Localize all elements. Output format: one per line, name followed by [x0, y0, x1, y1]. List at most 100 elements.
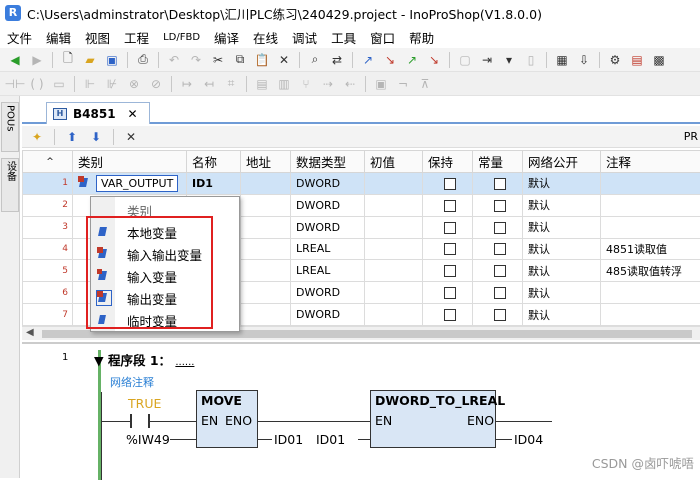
retain-checkbox[interactable]: [444, 265, 456, 277]
initial-cell[interactable]: [365, 194, 423, 216]
print-icon[interactable]: ⎙: [134, 51, 152, 69]
address-cell[interactable]: [241, 173, 291, 195]
datatype-cell[interactable]: DWORD: [291, 194, 365, 216]
comment-cell[interactable]: [601, 304, 700, 326]
scan-icon[interactable]: ▩: [650, 51, 668, 69]
close-tab-icon[interactable]: ✕: [128, 107, 138, 121]
output-icon[interactable]: ⇠: [341, 75, 359, 93]
menu-window[interactable]: 窗口: [363, 28, 402, 47]
menu-edit[interactable]: 编辑: [39, 28, 78, 47]
menu-project[interactable]: 工程: [117, 28, 156, 47]
open-folder-icon[interactable]: ▰: [81, 51, 99, 69]
edge-icon[interactable]: ⊼: [416, 75, 434, 93]
address-cell[interactable]: [241, 238, 291, 260]
public-cell[interactable]: 默认: [523, 238, 601, 260]
branch-icon[interactable]: ⑂: [297, 75, 315, 93]
address-cell[interactable]: [241, 194, 291, 216]
input-variable[interactable]: %IW49: [126, 432, 170, 447]
constant-checkbox[interactable]: [494, 309, 506, 321]
datatype-cell[interactable]: LREAL: [291, 260, 365, 282]
reset-coil-icon[interactable]: ⊘: [147, 75, 165, 93]
coil-icon[interactable]: ( ): [28, 75, 46, 93]
dropdown-arrow-icon[interactable]: ▾: [500, 51, 518, 69]
public-cell[interactable]: 默认: [523, 173, 601, 195]
forward-icon[interactable]: ▶: [28, 51, 46, 69]
constant-checkbox[interactable]: [494, 222, 506, 234]
address-cell[interactable]: [241, 216, 291, 238]
copy-icon[interactable]: ⧉: [231, 51, 249, 69]
stop-icon[interactable]: ↘: [425, 51, 443, 69]
network-title[interactable]: ▼ 程序段 1： ......: [94, 350, 194, 369]
input-icon[interactable]: ⇢: [319, 75, 337, 93]
category-cell[interactable]: VAR_OUTPUT: [73, 173, 187, 195]
retain-checkbox[interactable]: [444, 222, 456, 234]
undo-icon[interactable]: ↶: [165, 51, 183, 69]
constant-checkbox[interactable]: [494, 200, 506, 212]
comment-cell[interactable]: [601, 216, 700, 238]
address-cell[interactable]: [241, 304, 291, 326]
constant-checkbox[interactable]: [494, 265, 506, 277]
category-select[interactable]: VAR_OUTPUT: [96, 175, 178, 192]
retain-checkbox[interactable]: [444, 243, 456, 255]
find-icon[interactable]: ⌕: [306, 51, 324, 69]
login-icon[interactable]: ↗: [359, 51, 377, 69]
public-cell[interactable]: 默认: [523, 216, 601, 238]
negate-icon[interactable]: ¬: [394, 75, 412, 93]
move-block[interactable]: MOVE EN ENO: [196, 390, 258, 448]
move-output[interactable]: ID01: [274, 432, 303, 447]
library-icon[interactable]: ▤: [628, 51, 646, 69]
initial-cell[interactable]: [365, 238, 423, 260]
save-icon[interactable]: ▣: [103, 51, 121, 69]
tab-b4851[interactable]: H B4851 ✕: [46, 102, 150, 124]
network-comment[interactable]: 网络注释: [110, 374, 154, 390]
label-icon[interactable]: ⌗: [222, 75, 240, 93]
public-cell[interactable]: 默认: [523, 304, 601, 326]
initial-cell[interactable]: [365, 216, 423, 238]
public-cell[interactable]: 默认: [523, 194, 601, 216]
address-cell[interactable]: [241, 260, 291, 282]
menu-tools[interactable]: 工具: [324, 28, 363, 47]
header-constant[interactable]: 常量: [473, 151, 523, 173]
retain-checkbox[interactable]: [444, 200, 456, 212]
name-cell[interactable]: ID1: [187, 173, 241, 195]
set-coil-icon[interactable]: ⊗: [125, 75, 143, 93]
header-name[interactable]: 名称: [187, 151, 241, 173]
comment-cell[interactable]: 485读取值转浮: [601, 260, 700, 282]
logout-icon[interactable]: ↘: [381, 51, 399, 69]
header-datatype[interactable]: 数据类型: [291, 151, 365, 173]
constant-checkbox[interactable]: [494, 243, 506, 255]
settings-icon[interactable]: ⚙: [606, 51, 624, 69]
devices-tab[interactable]: 设备: [1, 158, 19, 212]
header-category[interactable]: 类别: [73, 151, 187, 173]
comment-cell[interactable]: [601, 194, 700, 216]
initial-cell[interactable]: [365, 173, 423, 195]
conv-output[interactable]: ID04: [514, 432, 543, 447]
move-up-icon[interactable]: ⬆: [63, 128, 81, 146]
menu-view[interactable]: 视图: [78, 28, 117, 47]
back-icon[interactable]: ◀: [6, 51, 24, 69]
new-file-icon[interactable]: 🗋: [59, 51, 77, 69]
public-cell[interactable]: 默认: [523, 282, 601, 304]
delete-icon[interactable]: ✕: [275, 51, 293, 69]
comment-cell[interactable]: [601, 173, 700, 195]
box-icon[interactable]: ▭: [50, 75, 68, 93]
run-icon[interactable]: ↗: [403, 51, 421, 69]
contact-icon[interactable]: ⊣⊢: [6, 75, 24, 93]
cut-icon[interactable]: ✂: [209, 51, 227, 69]
header-initial[interactable]: 初值: [365, 151, 423, 173]
constant-checkbox[interactable]: [494, 178, 506, 190]
header-network-public[interactable]: 网络公开: [523, 151, 601, 173]
retain-checkbox[interactable]: [444, 287, 456, 299]
conv-input[interactable]: ID01: [316, 432, 345, 447]
address-cell[interactable]: [241, 282, 291, 304]
neg-contact-icon[interactable]: ⊮: [103, 75, 121, 93]
retain-checkbox[interactable]: [444, 309, 456, 321]
fb-icon[interactable]: ▣: [372, 75, 390, 93]
jump-icon[interactable]: ↦: [178, 75, 196, 93]
grid-icon[interactable]: ▦: [553, 51, 571, 69]
datatype-cell[interactable]: LREAL: [291, 238, 365, 260]
comment-cell[interactable]: [601, 282, 700, 304]
parallel-contact-icon[interactable]: ⊩: [81, 75, 99, 93]
replace-icon[interactable]: ⇄: [328, 51, 346, 69]
network-insert-icon[interactable]: ▤: [253, 75, 271, 93]
